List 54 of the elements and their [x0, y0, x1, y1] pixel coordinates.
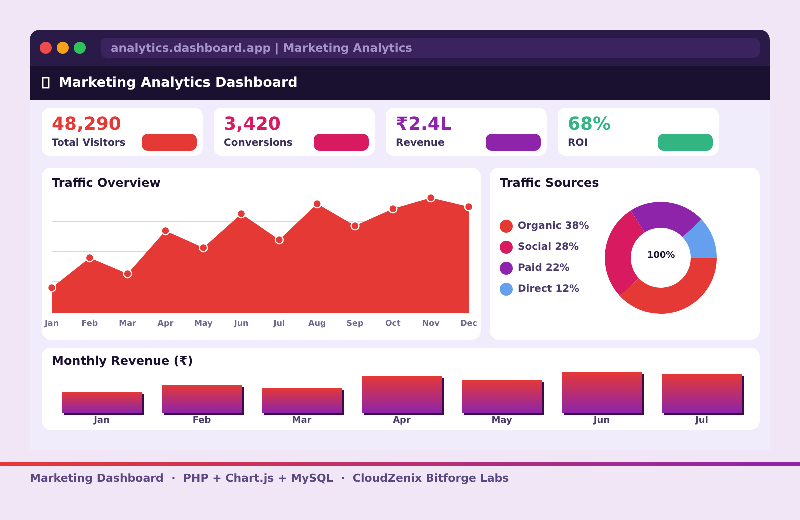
- kpi-value: 48,290: [52, 114, 122, 136]
- axis-label: Jul: [274, 319, 286, 328]
- axis-label: Dec: [460, 319, 478, 328]
- minimize-button[interactable]: [57, 42, 69, 54]
- kpi-label: Revenue: [396, 138, 446, 149]
- card-title: Traffic Overview: [52, 176, 162, 190]
- axis-label: Jan: [92, 416, 111, 426]
- axis-label: Jun: [592, 416, 612, 426]
- data-point: [464, 202, 474, 212]
- data-point: [199, 243, 208, 253]
- axis-label: Jun: [234, 319, 249, 328]
- legend-label: Organic 38%: [518, 221, 590, 232]
- footer-text: Marketing Dashboard · PHP + Chart.js + MySQL · CloudZenix Bitforge Labs: [29, 471, 510, 485]
- axis-label: Jan: [44, 319, 60, 328]
- legend-label: Paid 22%: [518, 263, 570, 274]
- data-point: [47, 283, 57, 293]
- axis-label: Sep: [346, 319, 364, 328]
- data-point: [236, 209, 246, 219]
- axis-label: Jul: [694, 416, 710, 426]
- axis-label: Mar: [291, 416, 313, 426]
- kpi-value: 3,420: [224, 114, 282, 136]
- dashboard-title: Marketing Analytics Dashboard: [59, 75, 298, 91]
- axis-label: Apr: [158, 319, 174, 328]
- axis-label: Apr: [392, 416, 412, 426]
- data-point: [274, 235, 284, 245]
- donut-center-label: 100%: [646, 251, 676, 261]
- kpi-label: ROI: [568, 138, 589, 149]
- card-title: Monthly Revenue (₹): [52, 354, 194, 368]
- maximize-button[interactable]: [74, 42, 86, 54]
- legend-label: Social 28%: [518, 242, 580, 253]
- kpi-label: Total Visitors: [52, 138, 126, 149]
- axis-label: Aug: [308, 319, 326, 328]
- kpi-value: ₹2.4L: [396, 114, 452, 136]
- address-bar[interactable]: analytics.dashboard.app | Marketing Analytics: [101, 38, 760, 58]
- data-point: [312, 199, 322, 209]
- box-icon: [42, 77, 50, 89]
- data-point: [350, 221, 360, 231]
- axis-label: Feb: [82, 319, 98, 328]
- data-point: [161, 226, 170, 236]
- axis-label: Oct: [386, 319, 401, 328]
- kpi-value: 68%: [568, 114, 612, 136]
- close-button[interactable]: [40, 42, 52, 54]
- axis-label: Mar: [119, 319, 136, 328]
- card-title: Traffic Sources: [500, 176, 600, 190]
- legend-label: Direct 12%: [518, 284, 580, 295]
- axis-label: Nov: [422, 319, 440, 328]
- data-point: [85, 253, 94, 263]
- axis-label: Feb: [192, 416, 212, 426]
- axis-label: May: [194, 319, 213, 328]
- axis-label: May: [490, 416, 514, 426]
- data-point: [426, 193, 436, 203]
- data-point: [123, 269, 132, 279]
- data-point: [388, 204, 398, 214]
- kpi-label: Conversions: [224, 138, 293, 149]
